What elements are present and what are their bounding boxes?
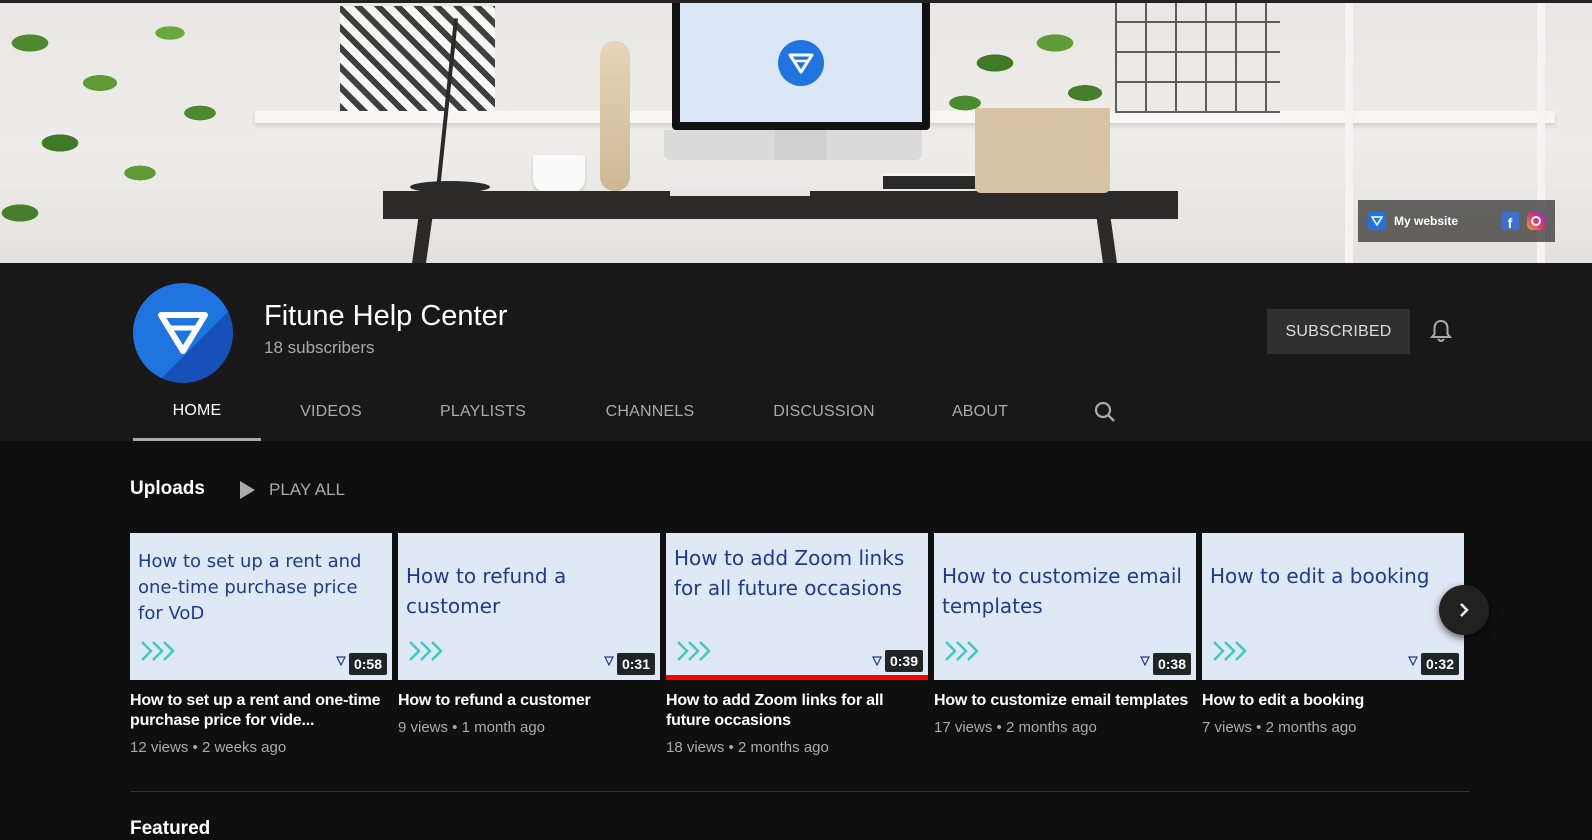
chevrons-icon [409, 641, 443, 661]
notification-bell-icon[interactable] [1427, 317, 1455, 345]
video-meta: 12 views • 2 weeks ago [130, 739, 287, 756]
desk-leg-decoration [411, 217, 433, 263]
channel-search-icon[interactable] [1085, 383, 1125, 441]
play-all-button[interactable]: PLAY ALL [240, 476, 345, 504]
wire-grid-decoration [1115, 3, 1280, 113]
watch-progress-bar [666, 675, 928, 680]
featured-section-title: Featured [130, 818, 211, 839]
tab-channels[interactable]: CHANNELS [565, 383, 735, 441]
website-link[interactable]: My website [1394, 214, 1493, 228]
thumbnail-text: How to set up a rent and one-time purcha… [138, 551, 362, 624]
tab-discussion[interactable]: DISCUSSION [735, 383, 913, 441]
mug-decoration [533, 155, 585, 193]
brand-logo-icon [778, 39, 824, 86]
wooden-figure-decoration [600, 41, 630, 191]
channel-banner: My website f [0, 0, 1592, 263]
video-duration: 0:38 [1152, 653, 1191, 675]
instagram-icon[interactable] [1527, 212, 1545, 230]
video-card[interactable]: How to edit a booking 0:32 How to edit a… [1202, 533, 1464, 736]
thumbnail-text: How to add Zoom links for all future occ… [674, 546, 905, 600]
desk-leg-decoration [1096, 217, 1118, 263]
brand-mark-icon [604, 656, 614, 666]
thumbnail-text: How to customize email templates [942, 564, 1182, 618]
brand-mark-icon [336, 656, 346, 666]
video-duration: 0:31 [616, 653, 655, 675]
video-thumbnail[interactable]: How to set up a rent and one-time purcha… [130, 533, 392, 680]
subscribed-button[interactable]: SUBSCRIBED [1267, 309, 1410, 354]
video-thumbnail[interactable]: How to refund a customer 0:31 [398, 533, 660, 680]
video-card[interactable]: How to refund a customer 0:31 How to ref… [398, 533, 660, 736]
video-title[interactable]: How to refund a customer [398, 691, 660, 711]
video-meta: 18 views • 2 months ago [666, 739, 829, 756]
channel-header: Fitune Help Center 18 subscribers SUBSCR… [0, 263, 1592, 441]
plant-decoration [925, 3, 1125, 153]
play-all-label: PLAY ALL [269, 480, 345, 499]
tab-about[interactable]: ABOUT [913, 383, 1047, 441]
subscriber-count: 18 subscribers [264, 338, 375, 357]
thumbnail-text: How to edit a booking [1210, 564, 1430, 588]
video-duration: 0:58 [348, 653, 387, 675]
video-duration: 0:32 [1420, 653, 1459, 675]
chevron-right-icon [1460, 603, 1469, 617]
video-thumbnail[interactable]: How to add Zoom links for all future occ… [666, 533, 928, 680]
monitor-decoration [664, 3, 930, 160]
video-title[interactable]: How to customize email templates [934, 691, 1196, 711]
video-meta: 7 views • 2 months ago [1202, 719, 1357, 736]
video-title[interactable]: How to add Zoom links for all future occ… [666, 691, 928, 731]
shelf-next-button[interactable] [1439, 585, 1489, 635]
monitor-screen [680, 3, 922, 122]
video-duration: 0:39 [884, 650, 923, 672]
video-thumbnail[interactable]: How to customize email templates 0:38 [934, 533, 1196, 680]
website-favicon-icon[interactable] [1368, 212, 1386, 230]
banner-links: My website f [1358, 200, 1555, 242]
tab-videos[interactable]: VIDEOS [261, 383, 401, 441]
brand-logo-icon [158, 312, 208, 354]
brand-mark-icon [872, 656, 882, 666]
pattern-box-decoration [340, 6, 495, 111]
video-title[interactable]: How to set up a rent and one-time purcha… [130, 691, 392, 731]
tab-home[interactable]: HOME [133, 383, 261, 441]
brand-mark-icon [1408, 656, 1418, 666]
video-card[interactable]: How to add Zoom links for all future occ… [666, 533, 928, 756]
chevrons-icon [1213, 641, 1247, 661]
video-meta: 9 views • 1 month ago [398, 719, 545, 736]
section-divider [130, 791, 1470, 792]
facebook-icon[interactable]: f [1501, 212, 1519, 230]
channel-avatar[interactable] [133, 283, 233, 383]
thumbnail-text: How to refund a customer [406, 564, 567, 618]
video-meta: 17 views • 2 months ago [934, 719, 1097, 736]
chevrons-icon [677, 641, 711, 661]
play-icon [240, 481, 255, 499]
video-thumbnail[interactable]: How to edit a booking 0:32 [1202, 533, 1464, 680]
channel-tabs: HOME VIDEOS PLAYLISTS CHANNELS DISCUSSIO… [133, 383, 1125, 441]
channel-name: Fitune Help Center [264, 300, 508, 332]
chevrons-icon [141, 641, 175, 661]
video-card[interactable]: How to customize email templates 0:38 Ho… [934, 533, 1196, 736]
plant-decoration [0, 3, 270, 263]
keyboard-decoration [670, 188, 810, 196]
chevrons-icon [945, 641, 979, 661]
tab-playlists[interactable]: PLAYLISTS [401, 383, 565, 441]
video-card[interactable]: How to set up a rent and one-time purcha… [130, 533, 392, 756]
video-title[interactable]: How to edit a booking [1202, 691, 1464, 711]
monitor-stand [775, 130, 827, 160]
uploads-title[interactable]: Uploads [130, 478, 205, 500]
brand-mark-icon [1140, 656, 1150, 666]
